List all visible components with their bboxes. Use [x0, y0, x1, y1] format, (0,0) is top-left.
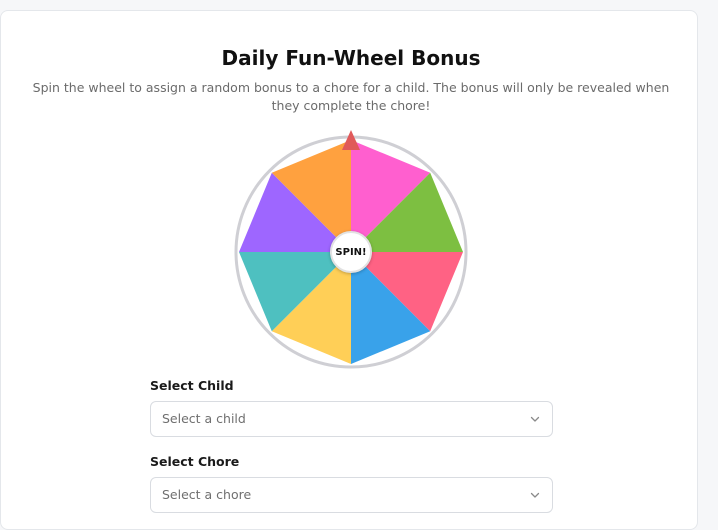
bonus-card: Daily Fun-Wheel Bonus Spin the wheel to … — [0, 10, 698, 530]
chore-field-label: Select Chore — [150, 454, 240, 469]
chore-select-value: Select a chore — [162, 487, 252, 502]
page-subtitle: Spin the wheel to assign a random bonus … — [32, 80, 670, 113]
chevron-down-icon — [530, 492, 540, 498]
chore-select[interactable]: Select a chore — [150, 477, 553, 513]
page-title: Daily Fun-Wheel Bonus — [221, 46, 481, 70]
child-select-value: Select a child — [162, 411, 246, 426]
child-field-label: Select Child — [150, 378, 234, 393]
fun-wheel[interactable]: SPIN! — [234, 119, 468, 369]
spin-button[interactable]: SPIN! — [330, 231, 372, 273]
child-select[interactable]: Select a child — [150, 401, 553, 437]
chevron-down-icon — [530, 416, 540, 422]
